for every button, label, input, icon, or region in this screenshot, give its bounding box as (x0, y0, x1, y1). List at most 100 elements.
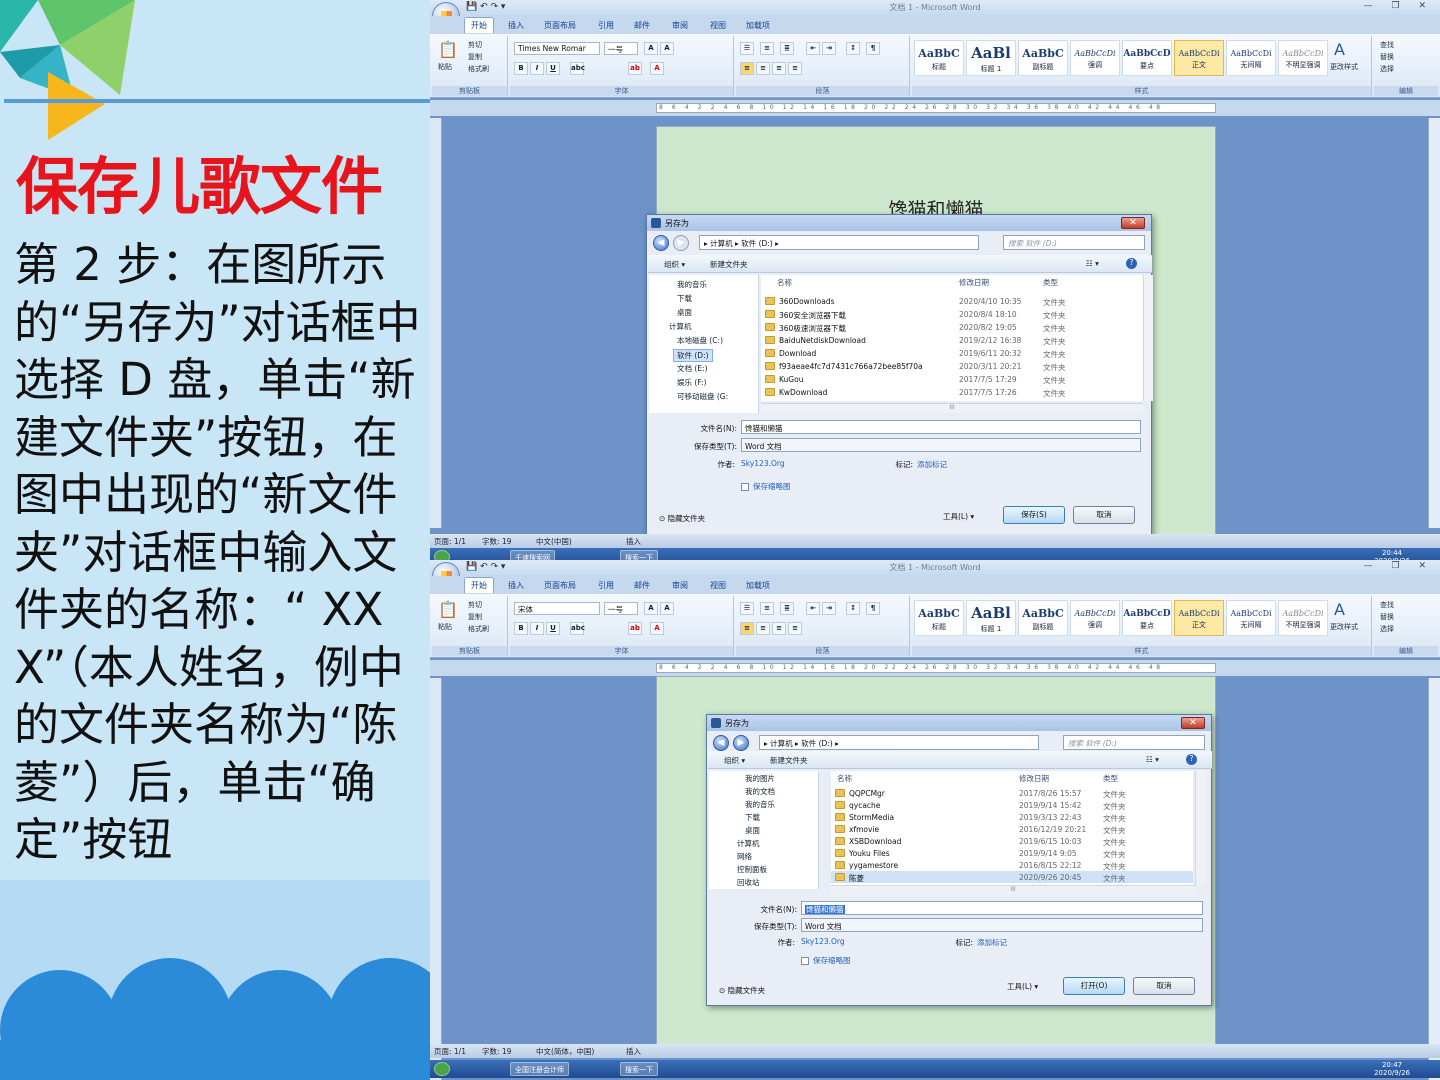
grow-font-icon[interactable]: A (644, 42, 658, 55)
column-date[interactable]: 修改日期 (1019, 773, 1049, 784)
font-color-icon[interactable]: A (650, 622, 664, 635)
align-right-icon[interactable]: ≡ (772, 622, 786, 635)
thumbnail-label[interactable]: 保存缩略图 (753, 481, 791, 492)
table-row[interactable]: StormMedia 2019/3/13 22:43 文件夹 (831, 811, 1193, 823)
style-heading-1[interactable]: AaBl 标题 1 (966, 600, 1016, 636)
format-painter-button[interactable]: 格式刷 (468, 624, 489, 634)
table-row[interactable]: Youku Files 2019/9/14 9:05 文件夹 (831, 847, 1193, 859)
thumbnail-checkbox[interactable] (801, 957, 809, 965)
close-button[interactable]: ✕ (1121, 217, 1145, 229)
select-button[interactable]: 选择 (1380, 624, 1394, 634)
status-mode[interactable]: 插入 (626, 536, 641, 547)
filetype-select[interactable]: Word 文档 (741, 438, 1141, 452)
strikethrough-icon[interactable]: abc (570, 622, 585, 635)
tree-item-control-panel[interactable]: 控制面板 (737, 864, 767, 875)
tree-item-drive-e[interactable]: 文档 (E:) (677, 363, 708, 374)
copy-button[interactable]: 复制 (468, 52, 482, 62)
cancel-button[interactable]: 取消 (1073, 506, 1135, 524)
back-icon[interactable]: ◀ (653, 235, 669, 251)
style-no-spacing[interactable]: AaBbCcDi 无间隔 (1226, 40, 1276, 76)
status-words[interactable]: 字数: 19 (482, 536, 511, 547)
tree-item-drive-d[interactable]: 软件 (D:) (673, 349, 713, 362)
tab-insert[interactable]: 插入 (502, 18, 530, 33)
select-button[interactable]: 选择 (1380, 64, 1394, 74)
column-name[interactable]: 名称 (837, 773, 852, 784)
tab-home[interactable]: 开始 (464, 577, 494, 593)
new-folder-button[interactable]: 新建文件夹 (710, 259, 748, 270)
change-styles-button[interactable]: 更改样式 (1330, 622, 1358, 632)
increase-indent-icon[interactable]: ⇥ (822, 42, 836, 55)
filename-input[interactable]: 馋猫和懒猫 (801, 901, 1203, 915)
shrink-font-icon[interactable]: A (660, 602, 674, 615)
filename-input[interactable]: 馋猫和懒猫 (741, 420, 1141, 434)
cut-button[interactable]: 剪切 (468, 600, 482, 610)
author-value[interactable]: Sky123.Org (741, 459, 785, 468)
align-left-icon[interactable]: ≡ (740, 622, 754, 635)
cut-button[interactable]: 剪切 (468, 40, 482, 50)
paste-button[interactable]: 粘贴 (438, 62, 452, 72)
increase-indent-icon[interactable]: ⇥ (822, 602, 836, 615)
tree-item-downloads[interactable]: 下载 (745, 812, 760, 823)
align-center-icon[interactable]: ≡ (756, 622, 770, 635)
paste-icon[interactable]: 📋 (438, 40, 458, 59)
tab-insert[interactable]: 插入 (502, 578, 530, 593)
file-list-scrollbar[interactable] (1143, 275, 1153, 401)
shrink-font-icon[interactable]: A (660, 42, 674, 55)
underline-icon[interactable]: U (546, 62, 560, 75)
bold-icon[interactable]: B (514, 62, 528, 75)
status-page[interactable]: 页面: 1/1 (434, 536, 466, 547)
tree-item-drive-g[interactable]: 可移动磁盘 (G: (677, 391, 728, 402)
table-row[interactable]: Download 2019/6/11 20:32 文件夹 (761, 347, 1143, 360)
view-menu-icon[interactable]: ☷ ▾ (1146, 755, 1159, 764)
table-row[interactable]: QQPCMgr 2017/8/26 15:57 文件夹 (831, 787, 1193, 799)
style-title[interactable]: AaBbC 标题 (914, 600, 964, 636)
file-list-scrollbar[interactable] (1195, 771, 1205, 885)
status-mode[interactable]: 插入 (626, 1046, 641, 1057)
search-input[interactable]: 搜索 软件 (D:) (1063, 735, 1205, 750)
tree-item-network[interactable]: 网络 (737, 851, 752, 862)
table-row[interactable]: 360Downloads 2020/4/10 10:35 文件夹 (761, 295, 1143, 308)
column-type[interactable]: 类型 (1043, 277, 1058, 288)
style-normal[interactable]: AaBbCcDi 正文 (1174, 600, 1224, 636)
tags-value[interactable]: 添加标记 (977, 937, 1007, 948)
tab-home[interactable]: 开始 (464, 17, 494, 33)
change-styles-icon[interactable]: A (1334, 600, 1345, 619)
tab-page-layout[interactable]: 页面布局 (538, 578, 582, 593)
highlight-icon[interactable]: ab (628, 622, 642, 635)
view-menu-icon[interactable]: ☷ ▾ (1086, 259, 1099, 268)
help-icon[interactable]: ? (1186, 754, 1197, 765)
horizontal-ruler[interactable]: 8 6 4 2 2 4 6 8 10 12 14 16 18 20 22 24 … (430, 100, 1440, 116)
copy-button[interactable]: 复制 (468, 612, 482, 622)
filetype-select[interactable]: Word 文档 (801, 918, 1203, 932)
status-language[interactable]: 中文(中国) (536, 536, 572, 547)
tools-menu[interactable]: 工具(L) ▾ (943, 511, 974, 522)
thumbnail-label[interactable]: 保存缩略图 (813, 955, 851, 966)
numbering-icon[interactable]: ≡ (760, 602, 774, 615)
font-name-select[interactable]: 宋体 (514, 602, 600, 615)
tab-addins[interactable]: 加载项 (740, 578, 776, 593)
bullets-icon[interactable]: ☰ (740, 42, 754, 55)
file-list-hscrollbar[interactable]: III (831, 885, 1195, 895)
table-row[interactable]: 360安全浏览器下载 2020/8/4 18:10 文件夹 (761, 308, 1143, 321)
change-styles-button[interactable]: 更改样式 (1330, 62, 1358, 72)
hide-folders-button[interactable]: ⊙ 隐藏文件夹 (719, 985, 765, 996)
tools-menu[interactable]: 工具(L) ▾ (1007, 981, 1038, 992)
bullets-icon[interactable]: ☰ (740, 602, 754, 615)
tab-references[interactable]: 引用 (592, 18, 620, 33)
font-size-select[interactable]: 一号 (604, 42, 638, 55)
italic-icon[interactable]: I (530, 622, 544, 635)
cancel-button[interactable]: 取消 (1133, 977, 1195, 995)
tree-item-computer[interactable]: 计算机 (669, 321, 692, 332)
align-center-icon[interactable]: ≡ (756, 62, 770, 75)
replace-button[interactable]: 替换 (1380, 612, 1394, 622)
find-button[interactable]: 查找 (1380, 40, 1394, 50)
underline-icon[interactable]: U (546, 622, 560, 635)
italic-icon[interactable]: I (530, 62, 544, 75)
organize-button[interactable]: 组织 ▾ (724, 755, 745, 766)
start-button-icon[interactable] (434, 1062, 450, 1076)
tree-item-music[interactable]: 我的音乐 (745, 799, 775, 810)
justify-icon[interactable]: ≡ (788, 62, 802, 75)
style-subtitle[interactable]: AaBbC 副标题 (1018, 40, 1068, 76)
strikethrough-icon[interactable]: abc (570, 62, 585, 75)
grow-font-icon[interactable]: A (644, 602, 658, 615)
